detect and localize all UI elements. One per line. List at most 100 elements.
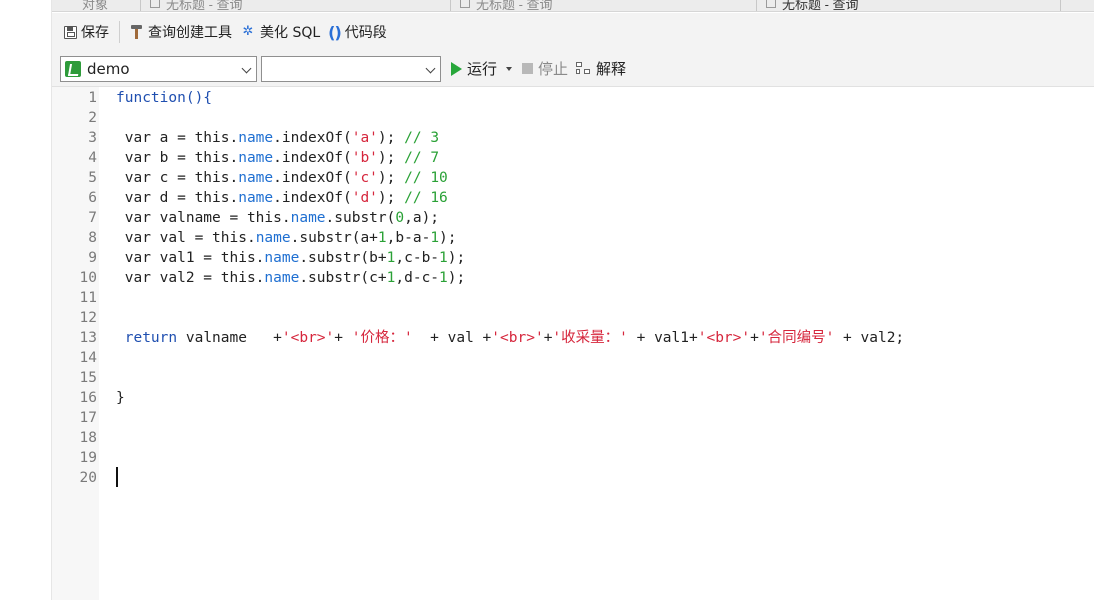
code-token: name xyxy=(238,190,274,206)
tab-label: 无标题 - 查询 xyxy=(782,0,859,12)
tab-divider xyxy=(1060,0,1061,11)
query-builder-button[interactable]: 查询创建工具 xyxy=(126,20,236,44)
code-token: var a = this. xyxy=(116,130,239,146)
editor-toolbar: 保存 查询创建工具 ✲ 美化 SQL () 代码段 xyxy=(52,13,1094,51)
code-token: ,a); xyxy=(404,210,440,226)
code-token: .indexOf( xyxy=(273,130,352,146)
code-token: name xyxy=(290,210,326,226)
code-token: name xyxy=(238,130,274,146)
code-token: .indexOf( xyxy=(273,150,352,166)
code-token: valname + xyxy=(177,330,282,346)
code-token: 1 xyxy=(439,270,448,286)
line-number: 12 xyxy=(79,310,97,326)
tab-objects[interactable]: 对象 xyxy=(72,0,108,11)
explain-button[interactable]: 解释 xyxy=(576,58,626,79)
run-dropdown-icon[interactable] xyxy=(506,66,513,71)
code-line[interactable]: } xyxy=(116,388,1086,408)
code-line[interactable]: return valname +'<br>'+ '价格：' + val +'<b… xyxy=(116,328,1086,348)
code-line[interactable]: ​ xyxy=(116,448,1086,468)
code-token: '<br>' xyxy=(491,330,544,346)
code-token: 'd' xyxy=(351,190,378,206)
code-line[interactable]: var d = this.name.indexOf('d'); // 16 xyxy=(116,188,1086,208)
code-snippet-button[interactable]: () 代码段 xyxy=(324,20,391,44)
parentheses-icon: () xyxy=(328,22,342,42)
code-token: 'a' xyxy=(351,130,378,146)
code-token: .substr(b+ xyxy=(299,250,387,266)
code-token: // 7 xyxy=(404,150,440,166)
code-token: // 16 xyxy=(404,190,448,206)
code-token: .substr(a+ xyxy=(290,230,378,246)
code-token: name xyxy=(238,150,274,166)
code-line[interactable]: var val2 = this.name.substr(c+1,d-c-1); xyxy=(116,268,1086,288)
run-button[interactable]: 运行 xyxy=(451,58,513,79)
line-number: 2 xyxy=(88,110,97,126)
code-line[interactable]: ​ xyxy=(116,108,1086,128)
line-number: 11 xyxy=(79,290,97,306)
code-token: name xyxy=(264,270,300,286)
code-token: '<br>' xyxy=(281,330,335,346)
stop-icon xyxy=(522,63,534,74)
code-line[interactable]: var c = this.name.indexOf('c'); // 10 xyxy=(116,168,1086,188)
code-line[interactable]: ​ xyxy=(116,308,1086,328)
stop-label: 停止 xyxy=(538,60,569,78)
tab-label: 无标题 - 查询 xyxy=(166,0,243,12)
connection-select[interactable]: demo xyxy=(60,55,257,82)
code-editor[interactable]: function(){​ var a = this.name.indexOf('… xyxy=(116,87,1086,488)
code-token: 1 xyxy=(439,250,448,266)
connection-value: demo xyxy=(87,59,130,78)
code-line[interactable]: ​ xyxy=(116,368,1086,388)
line-number: 6 xyxy=(88,190,97,206)
code-token: ,d-c- xyxy=(395,270,440,286)
code-line[interactable]: var b = this.name.indexOf('b'); // 7 xyxy=(116,148,1086,168)
code-token: name xyxy=(255,230,291,246)
magic-wand-icon: ✲ xyxy=(242,24,254,39)
query-icon xyxy=(766,0,776,8)
code-token: 'b' xyxy=(351,150,378,166)
code-token: 1 xyxy=(377,230,387,246)
query-icon xyxy=(150,0,160,8)
code-line[interactable]: var val1 = this.name.substr(b+1,c-b-1); xyxy=(116,248,1086,268)
code-token: ); xyxy=(447,270,466,286)
code-line[interactable]: var a = this.name.indexOf('a'); // 3 xyxy=(116,128,1086,148)
code-token: + val + xyxy=(412,330,492,346)
code-line[interactable]: var val = this.name.substr(a+1,b-a-1); xyxy=(116,228,1086,248)
code-token: var b = this. xyxy=(116,150,239,166)
query-builder-label: 查询创建工具 xyxy=(148,25,232,41)
line-numbers: 1 2 3 4 5 6 7 8 9 10 11 12 13 14 15 16 17 18 19 20 xyxy=(52,87,97,488)
code-token: + val1+ xyxy=(627,330,698,346)
tab-query-3[interactable]: 无标题 - 查询 xyxy=(756,0,859,12)
line-number: 3 xyxy=(88,130,97,146)
code-token: ); xyxy=(377,170,405,186)
line-number: 17 xyxy=(79,410,97,426)
code-line[interactable]: ​ xyxy=(116,468,1086,488)
save-button[interactable]: 保存 xyxy=(60,20,113,44)
line-number: 7 xyxy=(88,210,97,226)
play-icon xyxy=(451,61,462,76)
code-line[interactable]: function(){ xyxy=(116,88,1086,108)
hammer-icon xyxy=(130,24,144,40)
toolbar-divider xyxy=(119,21,120,43)
stop-button[interactable]: 停止 xyxy=(522,58,568,79)
code-token: // 10 xyxy=(404,170,448,186)
database-select[interactable] xyxy=(261,55,441,82)
code-line[interactable]: ​ xyxy=(116,428,1086,448)
explain-icon xyxy=(576,61,592,76)
tab-query-1[interactable]: 无标题 - 查询 xyxy=(140,0,243,12)
code-line[interactable]: ​ xyxy=(116,288,1086,308)
tab-label: 无标题 - 查询 xyxy=(476,0,553,12)
tab-query-2[interactable]: 无标题 - 查询 xyxy=(450,0,553,12)
beautify-sql-button[interactable]: ✲ 美化 SQL xyxy=(236,20,324,44)
line-number: 14 xyxy=(79,350,97,366)
connection-icon xyxy=(65,60,81,77)
line-number: 5 xyxy=(88,170,97,186)
code-line[interactable]: ​ xyxy=(116,348,1086,368)
code-token: '合同编号' xyxy=(758,330,835,346)
code-token: ); xyxy=(447,250,466,266)
code-line[interactable]: var valname = this.name.substr(0,a); xyxy=(116,208,1086,228)
code-line[interactable]: ​ xyxy=(116,408,1086,428)
code-token: '价格：' xyxy=(351,330,413,346)
code-token: .indexOf( xyxy=(273,190,352,206)
explain-label: 解释 xyxy=(596,60,627,78)
line-number: 9 xyxy=(88,250,97,266)
code-token: function(){ xyxy=(116,90,213,106)
